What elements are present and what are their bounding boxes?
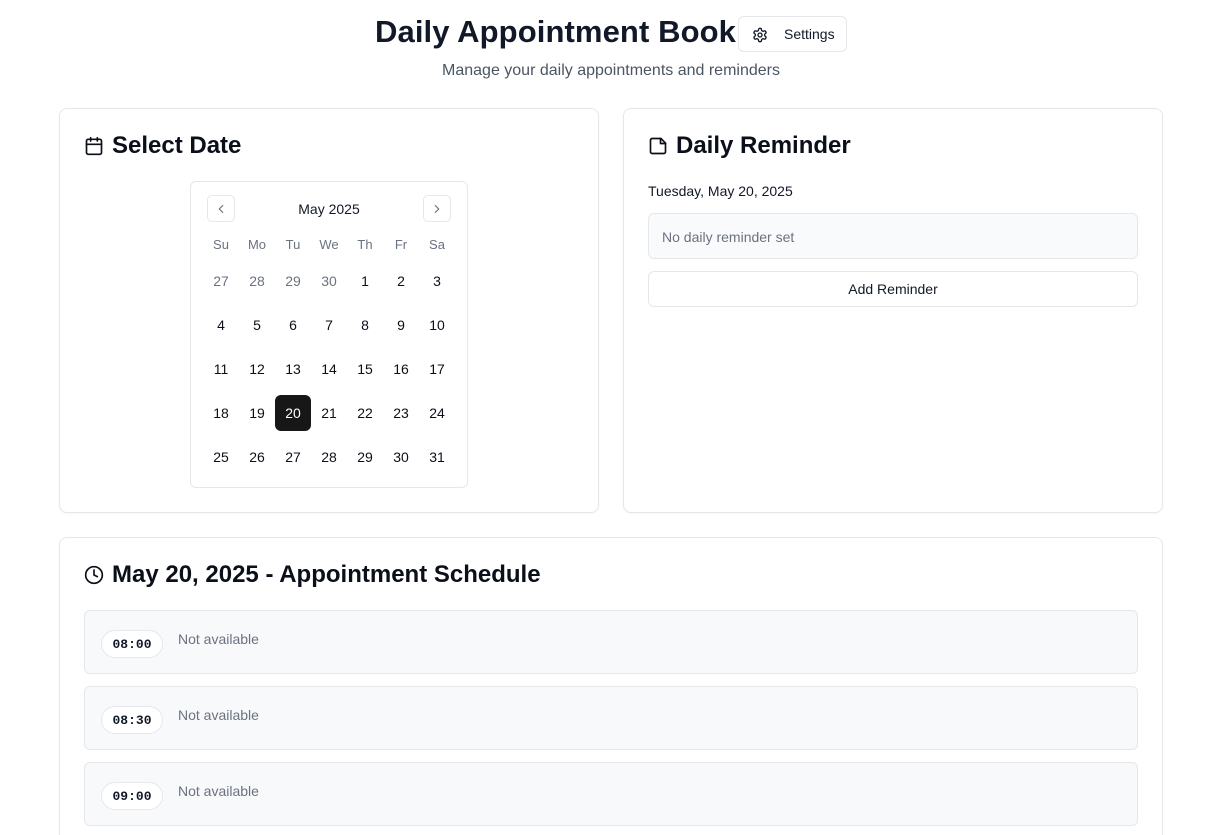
page-subtitle: Manage your daily appointments and remin… (442, 62, 780, 79)
calendar-day[interactable]: 6 (275, 307, 311, 343)
clock-icon (84, 565, 104, 585)
chevron-right-icon (434, 204, 440, 213)
calendar-day[interactable]: 10 (419, 307, 455, 343)
calendar-day[interactable]: 29 (347, 439, 383, 475)
add-reminder-button[interactable]: Add Reminder (648, 271, 1138, 307)
page-title: Daily Appointment Book (375, 14, 737, 49)
calendar-day[interactable]: 16 (383, 351, 419, 387)
calendar-day[interactable]: 25 (203, 439, 239, 475)
daily-reminder-heading: Daily Reminder (648, 132, 851, 160)
weekday-header: Fr (394, 237, 408, 252)
calendar-day[interactable]: 28 (239, 263, 275, 299)
calendar-day[interactable]: 18 (203, 395, 239, 431)
slot-time-badge: 09:00 (101, 782, 163, 810)
calendar-day[interactable]: 27 (203, 263, 239, 299)
slot-status: Not available (178, 707, 259, 723)
weekday-header: Sa (429, 237, 445, 252)
time-slot[interactable]: 08:30 Not available (84, 686, 1138, 750)
calendar-day[interactable]: 27 (275, 439, 311, 475)
note-icon (649, 137, 667, 155)
calendar-day[interactable]: 26 (239, 439, 275, 475)
calendar-day[interactable]: 21 (311, 395, 347, 431)
daily-reminder-title: Daily Reminder (676, 132, 851, 159)
settings-button-label: Settings (784, 26, 835, 42)
calendar-day[interactable]: 9 (383, 307, 419, 343)
calendar-day[interactable]: 11 (203, 351, 239, 387)
calendar-day[interactable]: 1 (347, 263, 383, 299)
calendar-day[interactable]: 15 (347, 351, 383, 387)
calendar-day[interactable]: 8 (347, 307, 383, 343)
slot-time-badge: 08:00 (101, 630, 163, 658)
calendar-day[interactable]: 14 (311, 351, 347, 387)
select-date-heading: Select Date (84, 132, 241, 160)
weekday-header: Mo (247, 237, 267, 252)
appointment-schedule-card: May 20, 2025 - Appointment Schedule 08:0… (59, 537, 1163, 835)
reminder-empty-text: No daily reminder set (662, 229, 795, 245)
calendar-day[interactable]: 31 (419, 439, 455, 475)
calendar-icon (85, 136, 103, 156)
slot-time-badge: 08:30 (101, 706, 163, 734)
daily-reminder-card: Daily Reminder Tuesday, May 20, 2025 No … (623, 108, 1163, 513)
reminder-empty-state: No daily reminder set (648, 213, 1138, 259)
weekday-header: Th (357, 237, 373, 252)
next-month-button[interactable] (423, 195, 451, 222)
date-picker-calendar: May 2025 Su Mo Tu We Th Fr Sa 27 28 29 30 1 2… (190, 181, 468, 488)
calendar-day[interactable]: 30 (383, 439, 419, 475)
page-header: Daily Appointment Book Settings Manage y… (0, 0, 1218, 100)
calendar-day[interactable]: 13 (275, 351, 311, 387)
select-date-card: Select Date May 2025 Su Mo Tu We Th Fr S… (59, 108, 599, 513)
time-slot[interactable]: 09:00 Not available (84, 762, 1138, 826)
calendar-day[interactable]: 4 (203, 307, 239, 343)
calendar-day[interactable]: 24 (419, 395, 455, 431)
schedule-heading: May 20, 2025 - Appointment Schedule (84, 561, 541, 589)
schedule-title: May 20, 2025 - Appointment Schedule (112, 561, 541, 588)
time-slot[interactable]: 08:00 Not available (84, 610, 1138, 674)
gear-icon (753, 27, 767, 43)
calendar-day[interactable]: 17 (419, 351, 455, 387)
slot-status: Not available (178, 631, 259, 647)
calendar-day[interactable]: 29 (275, 263, 311, 299)
weekday-header: Su (213, 237, 229, 252)
weekday-header: We (319, 237, 339, 252)
slot-status: Not available (178, 783, 259, 799)
calendar-day[interactable]: 5 (239, 307, 275, 343)
calendar-day[interactable]: 19 (239, 395, 275, 431)
calendar-day[interactable]: 12 (239, 351, 275, 387)
reminder-date-label: Tuesday, May 20, 2025 (648, 183, 793, 199)
calendar-day[interactable]: 22 (347, 395, 383, 431)
settings-button[interactable]: Settings (738, 16, 847, 52)
calendar-day[interactable]: 30 (311, 263, 347, 299)
calendar-day[interactable]: 7 (311, 307, 347, 343)
calendar-day[interactable]: 2 (383, 263, 419, 299)
calendar-day-selected[interactable]: 20 (275, 395, 311, 431)
calendar-day[interactable]: 23 (383, 395, 419, 431)
calendar-day[interactable]: 3 (419, 263, 455, 299)
calendar-day[interactable]: 28 (311, 439, 347, 475)
select-date-title: Select Date (112, 132, 242, 159)
weekday-header: Tu (285, 237, 301, 252)
